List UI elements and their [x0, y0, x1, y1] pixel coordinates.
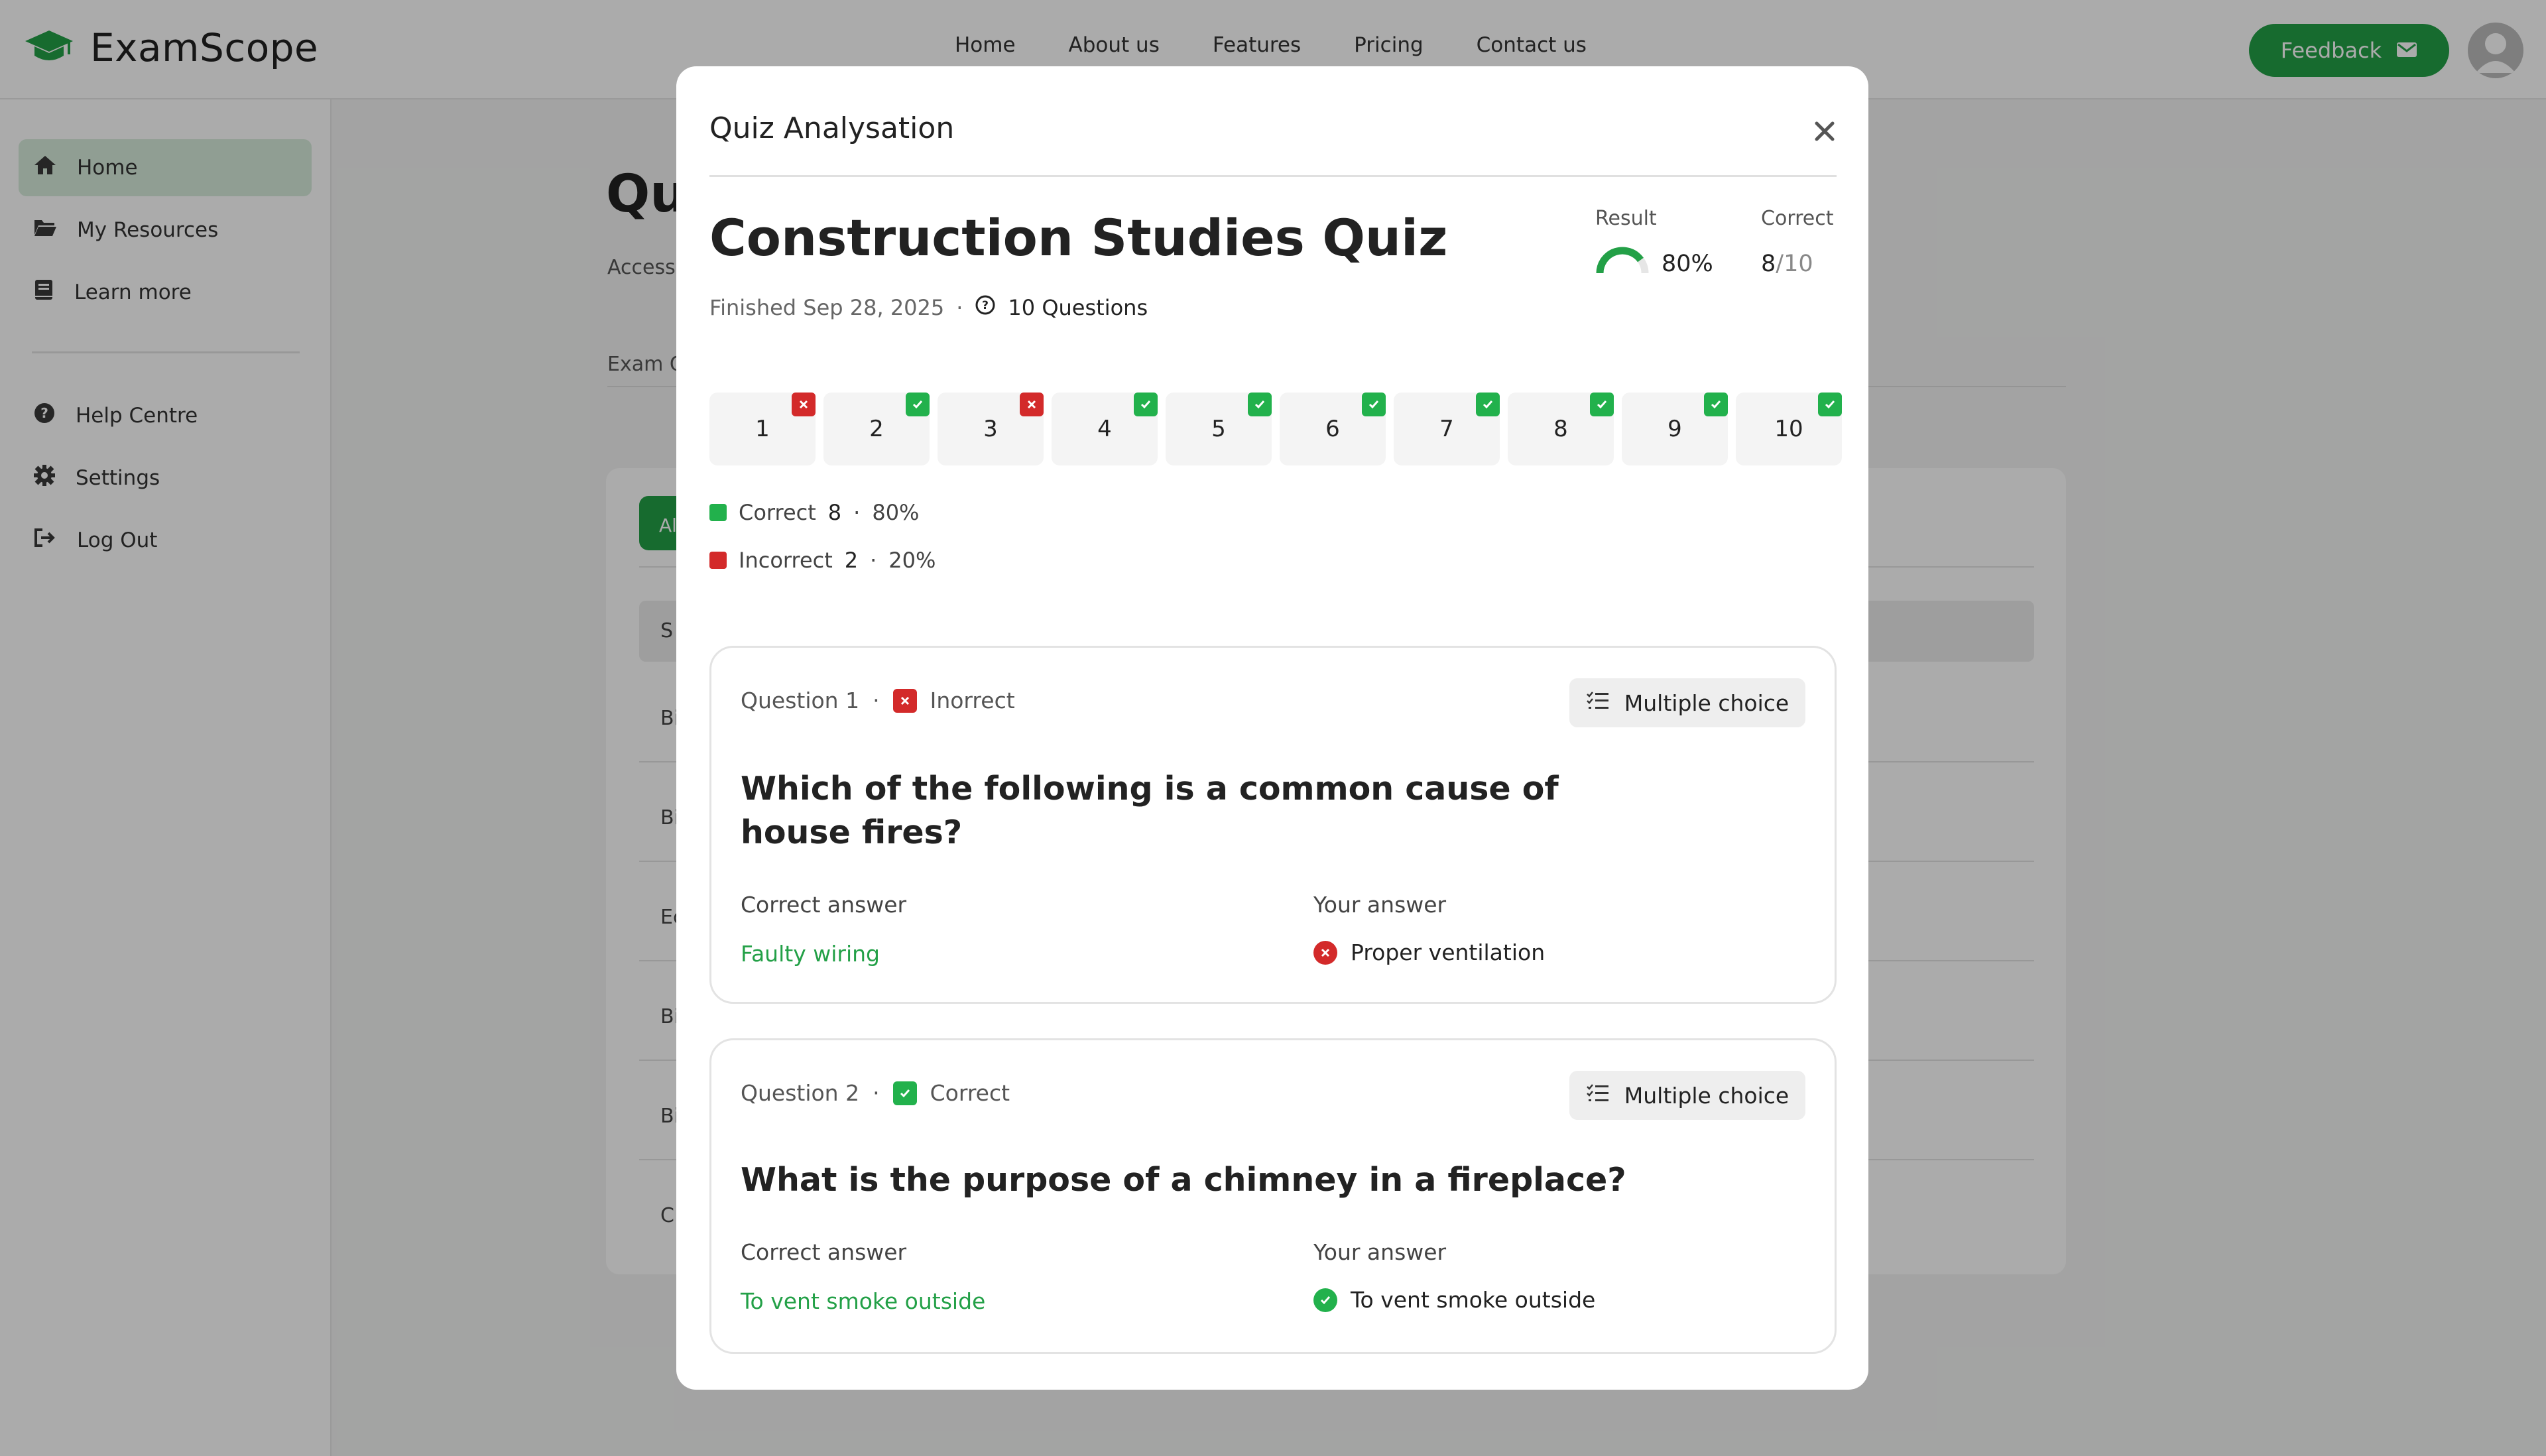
- x-circle-icon: [1313, 940, 1337, 965]
- quiz-name: Construction Studies Quiz: [709, 208, 1448, 267]
- question-box[interactable]: 7: [1394, 393, 1500, 465]
- question-type-badge: Multiple choice: [1569, 1071, 1805, 1120]
- question-type-label: Multiple choice: [1624, 1082, 1789, 1109]
- question-text: What is the purpose of a chimney in a fi…: [741, 1161, 1626, 1199]
- legend-swatch: [709, 552, 727, 569]
- incorrect-icon: [892, 688, 917, 713]
- question-card: Question 2 · Correct Multiple choice Wha…: [709, 1038, 1837, 1354]
- legend-incorrect: Incorrect 2 · 20%: [709, 548, 936, 573]
- checklist-icon: [1586, 690, 1610, 716]
- result-gauge-icon: [1595, 244, 1650, 281]
- question-box[interactable]: 6: [1280, 393, 1386, 465]
- question-box[interactable]: 1: [709, 393, 816, 465]
- question-box[interactable]: 8: [1508, 393, 1614, 465]
- your-answer: Proper ventilation: [1313, 940, 1545, 965]
- check-icon: [1134, 393, 1158, 416]
- question-box[interactable]: 2: [823, 393, 930, 465]
- your-answer: To vent smoke outside: [1313, 1287, 1595, 1313]
- question-type-label: Multiple choice: [1624, 690, 1789, 716]
- your-answer-label: Your answer: [1313, 1239, 1447, 1265]
- legend-correct: Correct 8 · 80%: [709, 500, 919, 525]
- check-icon: [1818, 393, 1842, 416]
- question-text: Which of the following is a common cause…: [741, 770, 1559, 851]
- correct-answer-label: Correct answer: [741, 892, 907, 918]
- question-number: Question 2: [741, 1080, 860, 1106]
- question-box[interactable]: 9: [1622, 393, 1728, 465]
- question-count: 10 Questions: [1008, 295, 1148, 320]
- question-box[interactable]: 5: [1166, 393, 1272, 465]
- question-circle-icon: ?: [975, 294, 996, 321]
- result-label: Result: [1595, 207, 1657, 230]
- question-status: Inorrect: [930, 688, 1015, 713]
- correct-answer: To vent smoke outside: [741, 1288, 986, 1314]
- correct-answer: Faulty wiring: [741, 941, 880, 967]
- question-card: Question 1 · Inorrect Multiple choice Wh…: [709, 646, 1837, 1004]
- check-icon: [1476, 393, 1500, 416]
- check-icon: [1704, 393, 1728, 416]
- modal-title: Quiz Analysation: [709, 111, 955, 145]
- finished-date: Finished Sep 28, 2025: [709, 295, 945, 320]
- correct-score: 8/10: [1761, 251, 1813, 277]
- question-box[interactable]: 3: [938, 393, 1044, 465]
- question-status: Correct: [930, 1080, 1010, 1106]
- check-icon: [906, 393, 930, 416]
- correct-label: Correct: [1761, 207, 1834, 230]
- check-circle-icon: [1313, 1288, 1337, 1312]
- checklist-icon: [1586, 1083, 1610, 1109]
- your-answer-label: Your answer: [1313, 892, 1447, 918]
- check-icon: [1362, 393, 1386, 416]
- check-icon: [1248, 393, 1272, 416]
- check-icon: [1590, 393, 1614, 416]
- question-box[interactable]: 4: [1052, 393, 1158, 465]
- incorrect-icon: [1020, 393, 1044, 416]
- question-number: Question 1: [741, 688, 860, 713]
- question-navigator: 1 2 3 4 5 6 7 8 9 10: [709, 393, 1842, 465]
- question-header: Question 2 · Correct: [741, 1080, 1010, 1106]
- legend-swatch: [709, 504, 727, 521]
- question-type-badge: Multiple choice: [1569, 678, 1805, 727]
- modal-divider: [709, 175, 1837, 177]
- meta-separator: ·: [956, 295, 963, 320]
- close-icon[interactable]: [1810, 117, 1839, 146]
- check-icon: [892, 1081, 917, 1105]
- incorrect-icon: [792, 393, 816, 416]
- quiz-analysis-modal: Quiz Analysation Construction Studies Qu…: [676, 66, 1868, 1390]
- question-box[interactable]: 10: [1736, 393, 1842, 465]
- question-header: Question 1 · Inorrect: [741, 688, 1015, 713]
- quiz-meta: Finished Sep 28, 2025 · ? 10 Questions: [709, 294, 1148, 321]
- result-value: 80%: [1662, 251, 1713, 277]
- correct-answer-label: Correct answer: [741, 1239, 907, 1265]
- svg-text:?: ?: [982, 299, 989, 312]
